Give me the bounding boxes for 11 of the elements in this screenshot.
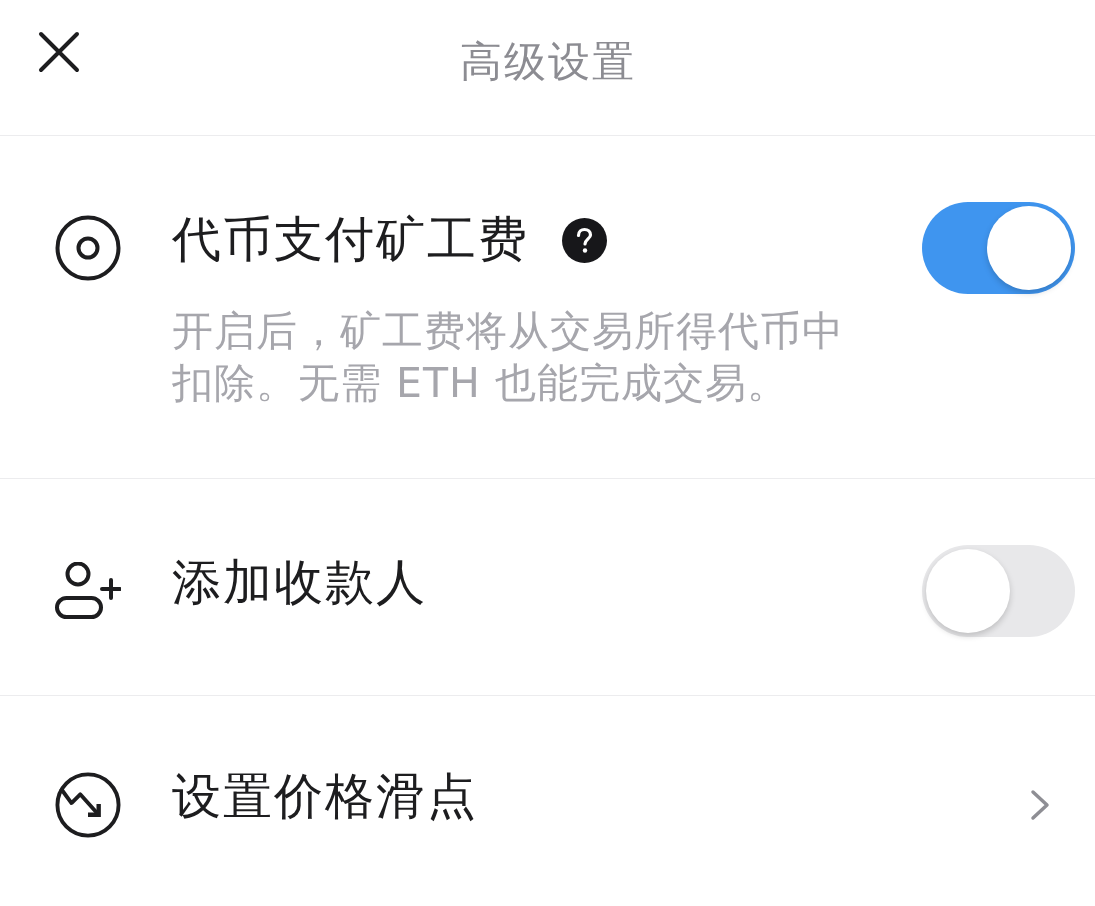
- chevron-right-icon[interactable]: [1030, 789, 1050, 821]
- setting-description: 开启后，矿工费将从交易所得代币中扣除。无需 ETH 也能完成交易。: [172, 306, 845, 409]
- trend-down-icon: [55, 771, 121, 839]
- concentric-circles-icon: [55, 215, 121, 281]
- setting-title: 设置价格滑点: [172, 767, 478, 827]
- add-person-icon: [55, 562, 121, 620]
- close-icon: [38, 30, 80, 73]
- setting-title: 添加收款人: [172, 553, 427, 613]
- help-icon[interactable]: [562, 217, 607, 263]
- page-title: 高级设置: [459, 35, 636, 88]
- setting-title: 代币支付矿工费: [172, 210, 529, 270]
